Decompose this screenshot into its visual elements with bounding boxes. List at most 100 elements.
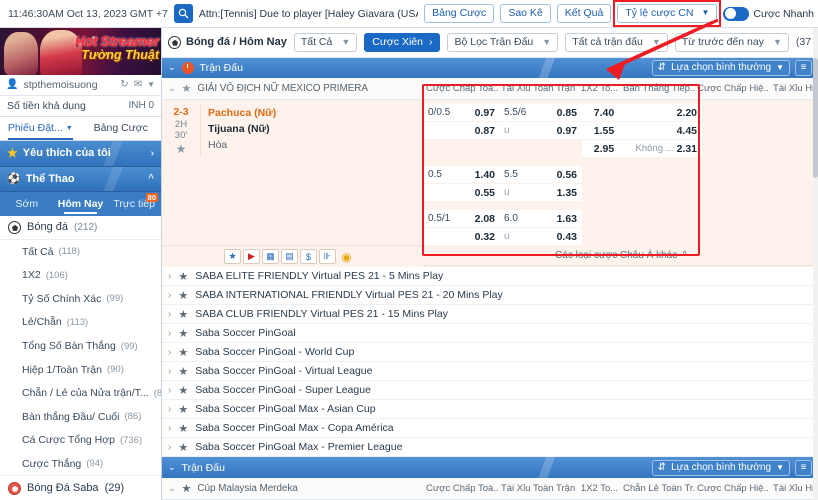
sidebar-market-first-last-goal[interactable]: Bàn thắng Đầu/ Cuối (86) <box>0 405 161 429</box>
sidebar-item-favorites[interactable]: ★ Yêu thích của tôi › <box>0 141 161 167</box>
star-icon[interactable]: ★ <box>178 403 188 416</box>
sidebar-market-half-odd-even[interactable]: Chẵn / Lẻ của Nửa trận/T... (86) <box>0 381 161 405</box>
time-range-dropdown[interactable]: Từ trước đến nay ▼ <box>674 32 789 52</box>
chevron-down-icon[interactable]: ⌄ <box>168 483 176 494</box>
sidebar-market-outright[interactable]: Cược Thắng (94) <box>0 452 161 476</box>
live-icon[interactable]: ◉ <box>338 249 355 264</box>
odds-cell[interactable]: 6.0 1.63 <box>500 210 582 227</box>
sidebar-market-odd-even[interactable]: Lẻ/Chẵn (113) <box>0 311 161 335</box>
sidebar-sport-saba-football[interactable]: Bóng Đá Saba (29) <box>0 475 161 500</box>
refresh-icon[interactable]: ↻ <box>120 79 128 90</box>
star-icon[interactable]: ★ <box>178 270 188 283</box>
view-option-dropdown[interactable]: ⇵ Lựa chọn bình thường ▼ <box>651 59 790 76</box>
star-icon[interactable]: ★ <box>178 441 188 454</box>
all-select-dropdown[interactable]: Tất Cả ▼ <box>293 32 358 52</box>
odds-cell[interactable]: 0.5 1.40 <box>424 166 500 183</box>
sidebar-market-half-full[interactable]: Hiệp 1/Toàn Trận (90) <box>0 358 161 382</box>
promo-text-group: Hot Streamer Tường Thuật <box>63 34 160 62</box>
odds-type-selector[interactable]: Tỷ lệ cược CN ▼ <box>617 3 718 24</box>
all-matches-dropdown[interactable]: Tất cả trận đấu ▼ <box>565 32 668 52</box>
sidebar-item-sports[interactable]: ⚽ Thể Thao ^ <box>0 166 161 193</box>
stats-table-icon[interactable]: ▤ <box>281 249 298 264</box>
statement-button[interactable]: Sao Kê <box>500 3 551 24</box>
chevron-down-icon[interactable]: ▼ <box>147 80 155 89</box>
list-item[interactable]: › ★ SABA ELITE FRIENDLY Virtual PES 21 -… <box>162 267 818 286</box>
promo-banner[interactable]: Hot Streamer Tường Thuật <box>0 28 161 76</box>
sidebar-market-correct-score[interactable]: Tỷ Số Chính Xác (99) <box>0 287 161 311</box>
star-icon[interactable]: ★ <box>178 327 188 340</box>
odds-cell[interactable]: u 1.35 <box>500 184 582 201</box>
quick-bet-toggle-group[interactable]: Cược Nhanh <box>723 6 814 21</box>
results-button[interactable]: Kết Quả <box>556 3 612 24</box>
list-item[interactable]: › ★ Saba Soccer PinGoal - World Cup <box>162 343 818 362</box>
search-icon[interactable] <box>173 4 193 23</box>
quick-bet-toggle[interactable] <box>723 6 750 21</box>
odds-cell[interactable]: 4.45 <box>626 122 702 139</box>
odds-cell[interactable]: 2.95 <box>582 140 626 157</box>
star-icon[interactable]: ★ <box>182 482 192 495</box>
tab-today[interactable]: Hôm Nay <box>54 192 108 216</box>
list-item[interactable]: › ★ Saba Soccer PinGoal Max - Premier Le… <box>162 438 818 457</box>
video-icon[interactable]: ▶ <box>243 249 260 264</box>
odds-cell[interactable]: 2.20 <box>626 104 702 121</box>
account-row[interactable]: 👤 stpthemoisuong ↻ ✉ ▼ <box>0 75 161 96</box>
away-team-name[interactable]: Tijuana (Nữ) <box>208 121 424 137</box>
tab-live[interactable]: Trực tiếp 80 <box>107 192 161 216</box>
odds-cell[interactable]: 5.5/6 0.85 <box>500 104 582 121</box>
sidebar-market-1x2[interactable]: 1X2 (106) <box>0 264 161 288</box>
list-item[interactable]: › ★ Saba Soccer PinGoal Max - Asian Cup <box>162 400 818 419</box>
star-icon[interactable]: ★ <box>178 365 188 378</box>
sidebar-market-mix-parlay[interactable]: Cá Cược Tổng Hợp (736) <box>0 428 161 452</box>
sidebar-sport-football[interactable]: Bóng đá (212) <box>0 216 161 241</box>
chevron-down-icon[interactable]: ⌄ <box>168 83 176 94</box>
league-header-left[interactable]: ⌄ ★ GIẢI VÔ ĐỊCH NỮ MEXICO PRIMERA <box>162 82 424 95</box>
odds-cell[interactable]: 5.5 0.56 <box>500 166 582 183</box>
list-icon[interactable]: ≡ <box>795 459 812 476</box>
odds-cell[interactable]: u 0.43 <box>500 228 582 245</box>
tab-bet-slip[interactable]: Phiếu Đặt... ▼ <box>0 117 81 141</box>
star-icon[interactable]: ★ <box>178 422 188 435</box>
star-icon[interactable]: ★ <box>182 82 192 95</box>
chart-icon[interactable]: ⊪ <box>319 249 336 264</box>
star-icon[interactable]: ★ <box>224 249 241 264</box>
star-icon[interactable]: ★ <box>178 308 188 321</box>
chevron-down-icon[interactable]: ⌄ <box>168 62 176 73</box>
mail-icon[interactable]: ✉ <box>134 79 142 90</box>
list-item[interactable]: › ★ Saba Soccer PinGoal - Virtual League <box>162 362 818 381</box>
odds-cell[interactable]: Không ... 2.31 <box>626 140 702 157</box>
list-item[interactable]: › ★ Saba Soccer PinGoal - Super League <box>162 381 818 400</box>
list-icon[interactable]: ≡ <box>795 59 812 76</box>
odds-cell[interactable]: 7.40 <box>582 104 626 121</box>
odds-cell[interactable]: 1.55 <box>582 122 626 139</box>
odds-cell[interactable]: 0.32 <box>424 228 500 245</box>
odds-cell[interactable]: 0.5/1 2.08 <box>424 210 500 227</box>
cashout-icon[interactable]: $ <box>300 249 317 264</box>
parlay-button[interactable]: Cược Xiên › <box>364 32 441 52</box>
match-filter-dropdown[interactable]: Bộ Lọc Trận Đấu ▼ <box>447 32 559 52</box>
odds-cell[interactable]: u 0.97 <box>500 122 582 139</box>
sidebar-market-total-goals[interactable]: Tổng Số Bàn Thắng (99) <box>0 334 161 358</box>
list-item[interactable]: › ★ SABA INTERNATIONAL FRIENDLY Virtual … <box>162 286 818 305</box>
list-item[interactable]: › ★ Saba Soccer PinGoal Max - Copa Améri… <box>162 419 818 438</box>
page-scrollbar-thumb[interactable] <box>813 58 818 178</box>
sidebar-market-all[interactable]: Tất Cả (118) <box>0 240 161 264</box>
bottom-view-option-dropdown[interactable]: ⇵ Lựa chọn bình thường ▼ <box>651 459 790 476</box>
pitch-icon[interactable]: ▦ <box>262 249 279 264</box>
tab-bet-list[interactable]: Bảng Cược <box>81 117 162 141</box>
bet-slip-button[interactable]: Bảng Cược <box>424 3 495 24</box>
odds-cell[interactable]: 0.55 <box>424 184 500 201</box>
bottom-league-header-left[interactable]: ⌄ ★ Cúp Malaysia Merdeka <box>162 482 424 495</box>
chevron-down-icon[interactable]: ⌄ <box>168 462 176 473</box>
list-item[interactable]: › ★ Saba Soccer PinGoal <box>162 324 818 343</box>
star-icon[interactable]: ★ <box>178 289 188 302</box>
odds-cell[interactable]: 0.87 <box>424 122 500 139</box>
more-asian-markets[interactable]: Các loại cược Châu Á khác ^ <box>424 246 818 266</box>
page-scrollbar-track[interactable] <box>813 28 818 500</box>
home-team-name[interactable]: Pachuca (Nữ) <box>208 105 424 121</box>
star-icon[interactable]: ★ <box>178 346 188 359</box>
list-item[interactable]: › ★ SABA CLUB FRIENDLY Virtual PES 21 - … <box>162 305 818 324</box>
odds-cell[interactable]: 0/0.5 0.97 <box>424 104 500 121</box>
star-icon[interactable]: ★ <box>178 384 188 397</box>
star-icon[interactable]: ★ <box>162 141 200 157</box>
tab-early[interactable]: Sớm <box>0 192 54 216</box>
